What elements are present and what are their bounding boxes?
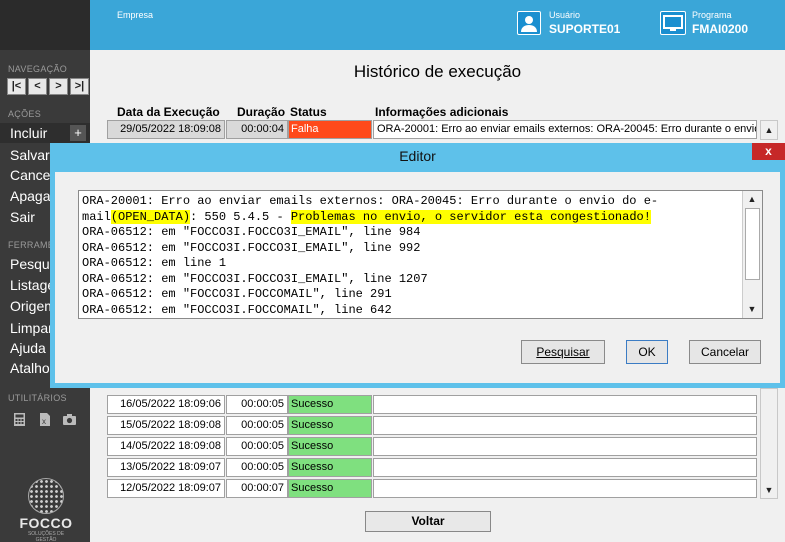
dialog-title: Editor <box>399 148 436 164</box>
table-scrollbar[interactable]: ▼ <box>760 388 778 499</box>
col-header-data: Data da Execução <box>117 105 220 119</box>
cell-date: 29/05/2022 18:09:08 <box>107 120 225 139</box>
nav-prev-button[interactable]: < <box>28 78 47 95</box>
pesquisar-button[interactable]: Pesquisar <box>521 340 605 364</box>
status-badge: Sucesso <box>288 395 372 414</box>
cell-date: 16/05/2022 18:09:06 <box>107 395 225 414</box>
cell-info <box>373 458 757 477</box>
section-utilitarios: UTILITÁRIOS <box>8 393 67 403</box>
nav-buttons: |< < > >| <box>7 78 89 95</box>
col-header-info: Informações adicionais <box>375 105 509 119</box>
col-header-status: Status <box>290 105 327 119</box>
cell-duration: 00:00:07 <box>226 479 288 498</box>
cancelar-button[interactable]: Cancelar <box>689 340 761 364</box>
editor-line: mail(OPEN_DATA): 550 5.4.5 - Problemas n… <box>82 209 651 224</box>
table-scrollbar-top[interactable]: ▲ <box>760 120 778 140</box>
cell-date: 15/05/2022 18:09:08 <box>107 416 225 435</box>
editor-text: ORA-20001: Erro ao enviar emails externo… <box>82 194 737 318</box>
cell-date: 14/05/2022 18:09:08 <box>107 437 225 456</box>
monitor-icon <box>660 11 686 35</box>
programa-label: Programa <box>692 10 732 20</box>
top-header: Empresa Usuário SUPORTE01 Programa FMAI0… <box>90 0 785 50</box>
cell-info <box>373 479 757 498</box>
editor-line: ORA-06512: em line 1 <box>82 256 227 270</box>
editor-dialog: Editor x ORA-20001: Erro ao enviar email… <box>50 143 785 388</box>
editor-scrollbar[interactable]: ▲ ▼ <box>742 191 762 318</box>
status-badge: Falha <box>288 120 372 139</box>
empresa-label: Empresa <box>117 10 154 20</box>
scroll-down-icon[interactable]: ▼ <box>761 482 777 498</box>
focco-logo: FOCCO SOLUÇÕES DE GESTÃO <box>18 478 74 542</box>
section-acoes: AÇÕES <box>8 109 42 119</box>
cell-date: 12/05/2022 18:09:07 <box>107 479 225 498</box>
svg-text:x: x <box>42 417 46 426</box>
nav-first-button[interactable]: |< <box>7 78 26 95</box>
plus-icon[interactable]: + <box>70 125 86 141</box>
editor-line: ORA-20001: Erro ao enviar emails externo… <box>82 194 659 208</box>
cell-date: 13/05/2022 18:09:07 <box>107 458 225 477</box>
utilities: x <box>12 412 77 427</box>
logo-name: FOCCO <box>19 515 73 531</box>
user-icon <box>517 11 541 35</box>
excel-icon[interactable]: x <box>37 412 52 427</box>
cell-duration: 00:00:05 <box>226 458 288 477</box>
logo-tagline: SOLUÇÕES DE GESTÃO <box>27 531 65 542</box>
editor-line: ORA-06512: em "FOCCO3I.FOCCO3I_EMAIL", l… <box>82 225 421 239</box>
cell-info <box>373 437 757 456</box>
editor-line: ORA-06512: em "FOCCO3I.FOCCO3I_EMAIL", l… <box>82 271 428 286</box>
editor-line: ORA-06512: em "FOCCO3I.FOCCOMAIL", line … <box>82 302 392 317</box>
editor-line: ORA-06512: em "FOCCO3I.FOCCO3I_EMAIL", l… <box>82 240 421 255</box>
programa-value: FMAI0200 <box>692 22 749 36</box>
cell-info: ORA-20001: Erro ao enviar emails externo… <box>373 120 757 139</box>
col-header-duracao: Duração <box>237 105 286 119</box>
cell-info <box>373 416 757 435</box>
cell-duration: 00:00:04 <box>226 120 288 139</box>
globe-icon <box>28 478 64 514</box>
sidebar-item-incluir[interactable]: Incluir + <box>0 123 90 143</box>
dialog-body: ORA-20001: Erro ao enviar emails externo… <box>55 172 780 383</box>
close-button[interactable]: x <box>752 143 785 160</box>
cell-duration: 00:00:05 <box>226 437 288 456</box>
editor-line: ORA-06512: em "FOCCO3I.FOCCOMAIL", line … <box>82 287 392 301</box>
usuario-label: Usuário <box>549 10 581 20</box>
cell-info <box>373 395 757 414</box>
sidebar-header <box>0 0 90 50</box>
editor-textarea[interactable]: ORA-20001: Erro ao enviar emails externo… <box>78 190 763 319</box>
status-badge: Sucesso <box>288 416 372 435</box>
status-badge: Sucesso <box>288 437 372 456</box>
cell-duration: 00:00:05 <box>226 395 288 414</box>
voltar-button[interactable]: Voltar <box>365 511 491 532</box>
scroll-up-icon[interactable]: ▲ <box>761 122 777 138</box>
calculator-icon[interactable] <box>12 412 27 427</box>
usuario-value: SUPORTE01 <box>549 22 621 36</box>
cell-duration: 00:00:05 <box>226 416 288 435</box>
status-badge: Sucesso <box>288 458 372 477</box>
scroll-up-icon[interactable]: ▲ <box>744 191 760 207</box>
sidebar-item-label: Incluir <box>10 125 48 141</box>
nav-next-button[interactable]: > <box>49 78 68 95</box>
section-navegacao: NAVEGAÇÃO <box>8 64 68 74</box>
ok-button[interactable]: OK <box>626 340 668 364</box>
status-badge: Sucesso <box>288 479 372 498</box>
page-title: Histórico de execução <box>353 62 522 81</box>
scrollbar-thumb[interactable] <box>745 208 760 280</box>
camera-icon[interactable] <box>62 412 77 427</box>
nav-last-button[interactable]: >| <box>70 78 89 95</box>
scroll-down-icon[interactable]: ▼ <box>744 301 760 317</box>
